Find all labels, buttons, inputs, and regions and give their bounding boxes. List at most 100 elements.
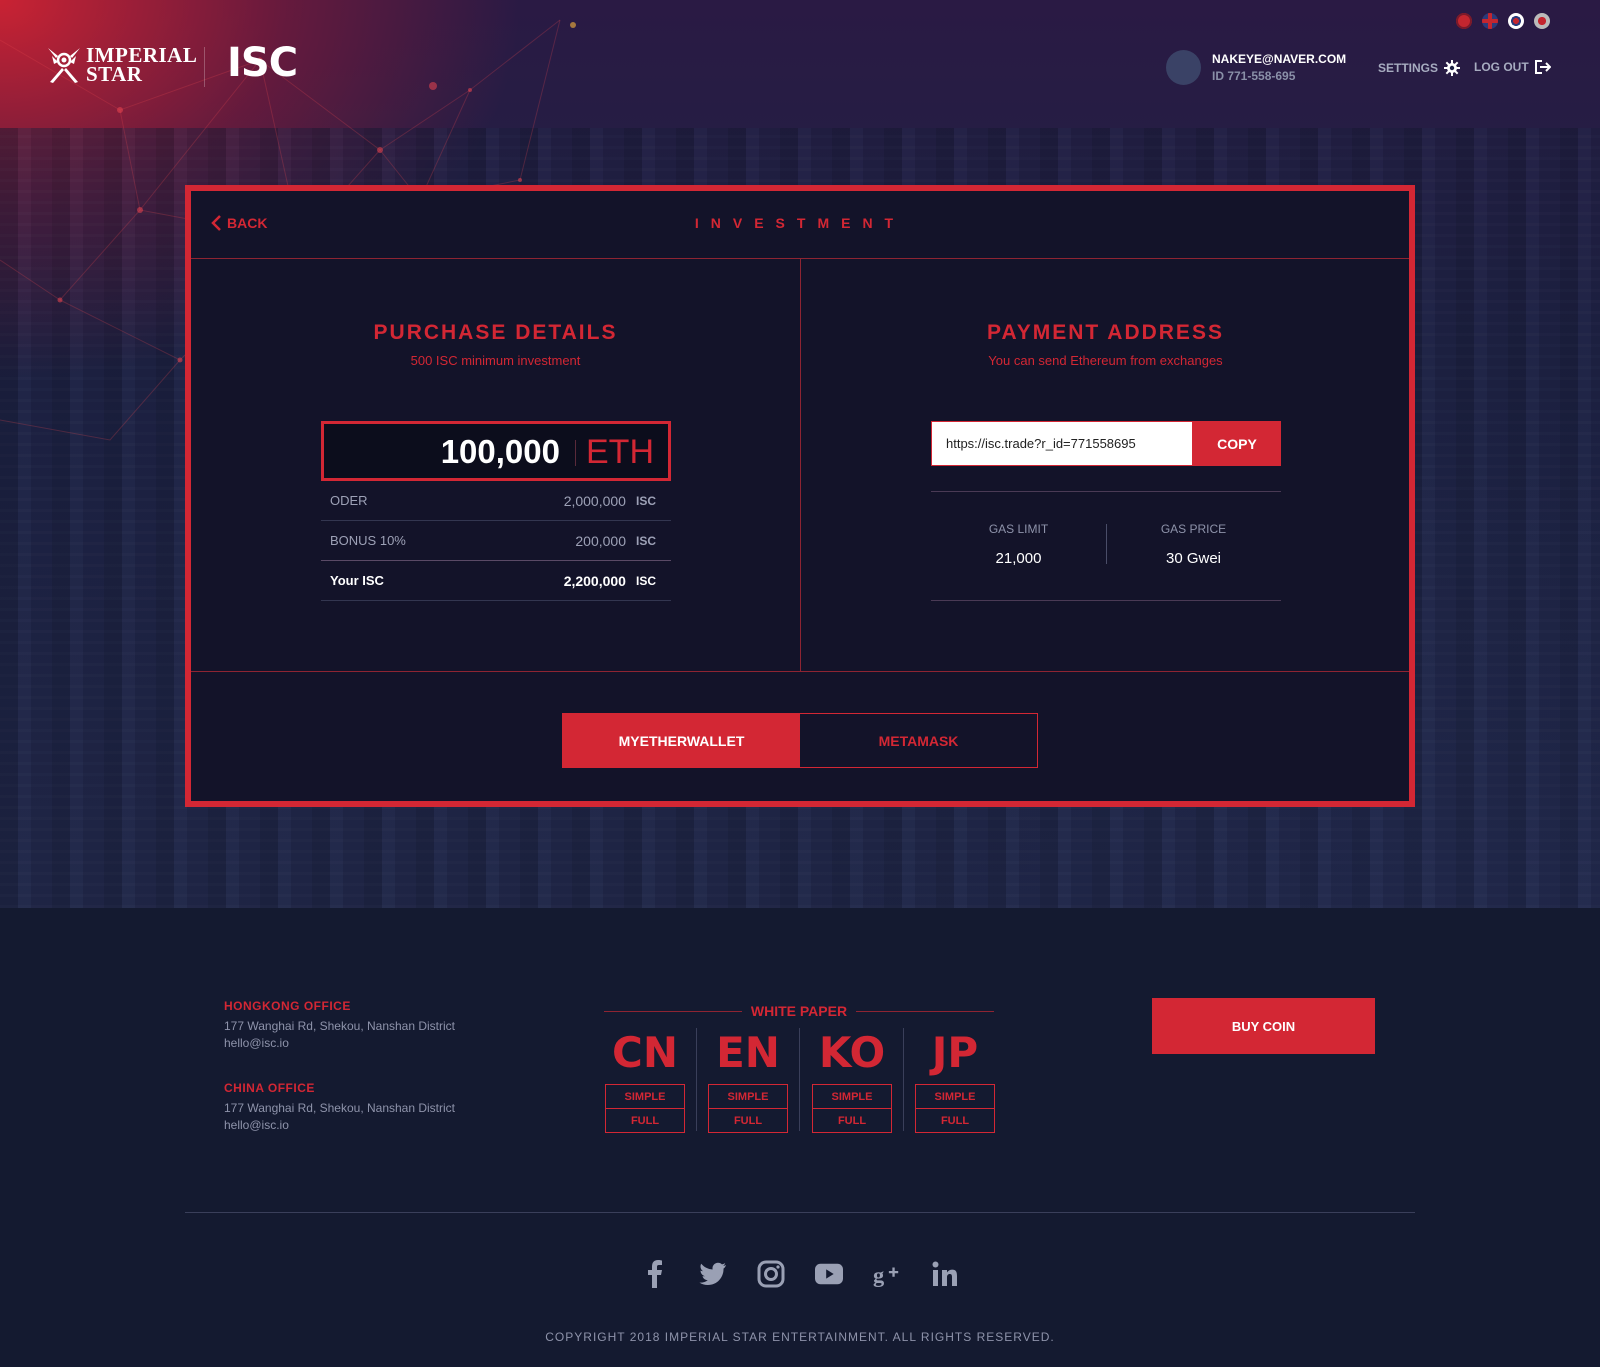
cn-flag-icon[interactable]: [1456, 13, 1472, 29]
row-label: ODER: [330, 493, 368, 508]
white-paper-en: EN SIMPLE FULL: [708, 1028, 788, 1133]
buy-coin-button[interactable]: BUY COIN: [1152, 998, 1375, 1054]
white-paper-heading: WHITE PAPER: [604, 1003, 994, 1023]
settings-label: SETTINGS: [1378, 61, 1439, 75]
simple-button[interactable]: SIMPLE: [708, 1084, 788, 1109]
user-profile[interactable]: NAKEYE@NAVER.COM ID 771-558-695: [1166, 50, 1346, 85]
kr-flag-icon[interactable]: [1508, 13, 1524, 29]
svg-text:g: g: [873, 1262, 884, 1287]
summary-row-order: ODER 2,000,000 ISC: [321, 481, 671, 521]
twitter-icon[interactable]: [699, 1260, 727, 1288]
amount-unit: ETH: [586, 433, 654, 471]
copyright: COPYRIGHT 2018 IMPERIAL STAR ENTERTAINME…: [545, 1330, 1055, 1344]
user-id: ID 771-558-695: [1212, 69, 1296, 83]
jp-flag-icon[interactable]: [1534, 13, 1550, 29]
crest-icon: [48, 48, 80, 83]
simple-button[interactable]: SIMPLE: [812, 1084, 892, 1109]
office-hongkong: HONGKONG OFFICE 177 Wanghai Rd, Shekou, …: [224, 999, 455, 1050]
amount-separator: [575, 440, 576, 466]
simple-button[interactable]: SIMPLE: [605, 1084, 685, 1109]
wallet-toggle: MYETHERWALLET METAMASK: [562, 713, 1038, 768]
brand-isc[interactable]: ISC: [227, 40, 298, 86]
card-header: BACK INVESTMENT: [191, 191, 1409, 259]
summary-row-bonus: BONUS 10% 200,000 ISC: [321, 521, 671, 561]
row-unit: ISC: [635, 493, 656, 508]
office-address: 177 Wanghai Rd, Shekou, Nanshan District: [224, 1019, 456, 1033]
purchase-details-subtitle: 500 ISC minimum investment: [410, 353, 581, 368]
white-paper-jp: JP SIMPLE FULL: [915, 1028, 995, 1133]
investment-card: BACK INVESTMENT PURCHASE DETAILS 500 ISC…: [185, 185, 1415, 807]
row-unit: ISC: [635, 573, 656, 588]
footer-divider: [185, 1212, 1415, 1213]
logout-label: LOG OUT: [1474, 60, 1529, 74]
lang-code: CN: [612, 1028, 678, 1077]
user-email: NAKEYE@NAVER.COM: [1212, 52, 1347, 66]
logout-icon: [1534, 60, 1551, 74]
instagram-icon[interactable]: [757, 1260, 785, 1288]
copy-button[interactable]: COPY: [1193, 421, 1281, 466]
footer: HONGKONG OFFICE 177 Wanghai Rd, Shekou, …: [0, 908, 1600, 1367]
gas-limit-label: GAS LIMIT: [988, 522, 1049, 536]
gear-icon: [1444, 60, 1461, 76]
social-links: g: [0, 1260, 1600, 1288]
facebook-icon[interactable]: [641, 1260, 669, 1288]
payment-address-title: PAYMENT ADDRESS: [987, 321, 1224, 344]
gas-price: GAS PRICE 30 Gwei: [1106, 522, 1281, 567]
row-unit: ISC: [635, 533, 656, 548]
lang-separator: [696, 1028, 697, 1131]
white-paper-cn: CN SIMPLE FULL: [605, 1028, 685, 1133]
purchase-details-title: PURCHASE DETAILS: [373, 321, 618, 344]
purchase-summary: ODER 2,000,000 ISC BONUS 10% 200,000 ISC…: [321, 481, 671, 601]
row-value: 200,000: [575, 532, 626, 549]
full-button[interactable]: FULL: [915, 1108, 995, 1133]
amount-value[interactable]: 100,000: [441, 433, 560, 471]
myetherwallet-button[interactable]: MYETHERWALLET: [563, 714, 800, 767]
row-label: Your ISC: [330, 573, 384, 588]
lang-code: JP: [931, 1028, 979, 1077]
avatar[interactable]: [1166, 50, 1201, 85]
linkedin-icon[interactable]: [931, 1260, 959, 1288]
gas-limit: GAS LIMIT 21,000: [931, 522, 1106, 567]
page-title: INVESTMENT: [694, 215, 906, 231]
office-email[interactable]: hello@isc.io: [224, 1036, 455, 1050]
logo-divider: [204, 47, 205, 87]
full-button[interactable]: FULL: [812, 1108, 892, 1133]
metamask-button[interactable]: METAMASK: [800, 714, 1037, 767]
user-info: NAKEYE@NAVER.COM ID 771-558-695: [1212, 52, 1346, 83]
uk-flag-icon[interactable]: [1482, 13, 1498, 29]
payment-address-field[interactable]: [931, 421, 1193, 466]
white-paper-ko: KO SIMPLE FULL: [812, 1028, 892, 1133]
full-button[interactable]: FULL: [605, 1108, 685, 1133]
gas-price-value: 30 Gwei: [1165, 550, 1222, 567]
gas-limit-value: 21,000: [995, 550, 1042, 567]
row-divider: [191, 671, 1409, 672]
youtube-icon[interactable]: [815, 1260, 843, 1288]
office-name: CHINA OFFICE: [224, 1081, 315, 1095]
settings-link[interactable]: SETTINGS: [1378, 60, 1461, 76]
top-header: IMPERIAL STAR ISC NAKEYE@NAVER.COM ID 77…: [0, 0, 1600, 120]
imperial-star-logo[interactable]: IMPERIAL STAR: [46, 45, 197, 86]
amount-input[interactable]: 100,000 ETH: [321, 421, 671, 481]
payment-address-subtitle: You can send Ethereum from exchanges: [988, 353, 1223, 368]
lang-separator: [903, 1028, 904, 1131]
white-paper-title: WHITE PAPER: [750, 1003, 848, 1019]
logo-wordmark: IMPERIAL STAR: [86, 45, 197, 86]
gas-info: GAS LIMIT 21,000 GAS PRICE 30 Gwei: [931, 491, 1281, 601]
office-name: HONGKONG OFFICE: [224, 999, 351, 1013]
office-email[interactable]: hello@isc.io: [224, 1118, 455, 1132]
office-address: 177 Wanghai Rd, Shekou, Nanshan District: [224, 1101, 456, 1115]
payment-address-group: COPY: [931, 421, 1281, 466]
gas-price-label: GAS PRICE: [1160, 522, 1227, 536]
office-china: CHINA OFFICE 177 Wanghai Rd, Shekou, Nan…: [224, 1081, 455, 1132]
logout-link[interactable]: LOG OUT: [1474, 60, 1551, 74]
google-plus-icon[interactable]: g: [873, 1260, 901, 1288]
row-label: BONUS 10%: [330, 533, 406, 548]
lang-code: EN: [716, 1028, 780, 1077]
full-button[interactable]: FULL: [708, 1108, 788, 1133]
row-value: 2,000,000: [563, 492, 626, 509]
summary-row-total: Your ISC 2,200,000 ISC: [321, 561, 671, 601]
logo-line-2: STAR: [86, 62, 143, 86]
lang-separator: [799, 1028, 800, 1131]
language-flags: [1456, 13, 1550, 29]
simple-button[interactable]: SIMPLE: [915, 1084, 995, 1109]
